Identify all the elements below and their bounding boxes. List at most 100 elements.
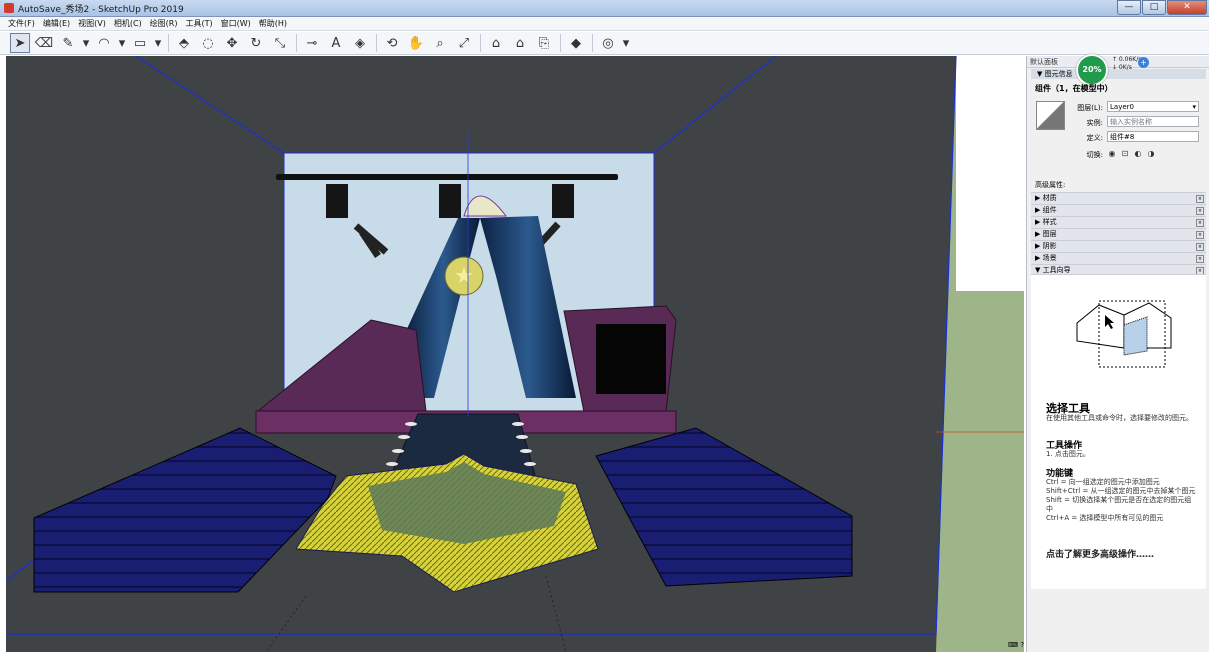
pan-tool-icon[interactable]: ✋ (406, 33, 426, 53)
pencil-dropdown-icon[interactable]: ▾ (82, 33, 90, 53)
materials-section[interactable]: ▶ 材质 × (1031, 192, 1206, 204)
instructor-panel: 选择工具 在使用其他工具或命令时，选择要修改的图元。 工具操作 1. 点击图元。… (1031, 274, 1206, 589)
lock-toggle-icon[interactable]: ⊡ (1120, 149, 1130, 159)
section-label: ▶ 阴影 (1035, 242, 1057, 250)
toggle-label: 切换: (1086, 151, 1103, 159)
net-plus-icon[interactable]: + (1138, 57, 1149, 68)
warehouse-tool-icon[interactable]: ⌂ (486, 33, 506, 53)
close-icon[interactable]: × (1196, 207, 1204, 215)
toolbar-separator (376, 34, 377, 52)
layers-section[interactable]: ▶ 图层 × (1031, 228, 1206, 240)
toolbar-separator (592, 34, 593, 52)
rotate-tool-icon[interactable]: ↻ (246, 33, 266, 53)
definition-input[interactable]: 组件#8 (1107, 131, 1199, 142)
layer-value: Layer0 (1110, 103, 1134, 111)
layout-send-tool-icon[interactable]: ⎘ (534, 33, 554, 53)
menu-view[interactable]: 视图(V) (78, 18, 106, 29)
text-tool-icon[interactable]: A (326, 33, 346, 53)
arc-dropdown-icon[interactable]: ▾ (118, 33, 126, 53)
instance-input[interactable]: 输入实例名称 (1107, 116, 1199, 127)
advanced-operations-link[interactable]: 点击了解更多高级操作…… (1046, 547, 1154, 560)
keyboard-icon[interactable]: ⌨ (1008, 641, 1018, 649)
instructor-description: 在使用其他工具或命令时，选择要修改的图元。 (1046, 414, 1193, 422)
toolbar-separator (560, 34, 561, 52)
section-label: ▶ 组件 (1035, 206, 1057, 214)
sketchup-app-icon (4, 3, 14, 13)
maximize-button[interactable]: □ (1142, 0, 1166, 15)
tray-sections: ▶ 材质 × ▶ 组件 × ▶ 样式 × ▶ 图层 × ▶ 阴影 × ▶ 场景 × ▼ 工具… (1031, 192, 1206, 276)
close-button[interactable]: ✕ (1167, 0, 1207, 15)
select-tool-icon[interactable]: ➤ (10, 33, 30, 53)
component-thumbnail (1036, 101, 1065, 130)
stage-screen (596, 324, 666, 394)
scale-tool-icon[interactable]: ⤡ (270, 33, 290, 53)
extension-warehouse-tool-icon[interactable]: ⌂ (510, 33, 530, 53)
scenes-section[interactable]: ▶ 场景 × (1031, 252, 1206, 264)
eraser-tool-icon[interactable]: ⌫ (34, 33, 54, 53)
menu-draw[interactable]: 绘图(R) (150, 18, 178, 29)
paint-bucket-tool-icon[interactable]: ◈ (350, 33, 370, 53)
spotlight (326, 184, 348, 218)
menu-file[interactable]: 文件(F) (8, 18, 35, 29)
offset-tool-icon[interactable]: ◌ (198, 33, 218, 53)
section-label: ▶ 样式 (1035, 218, 1057, 226)
move-tool-icon[interactable]: ✥ (222, 33, 242, 53)
chevron-down-icon: ▾ (1192, 103, 1196, 111)
zoom-tool-icon[interactable]: ⌕ (430, 33, 450, 53)
menu-window[interactable]: 窗口(W) (221, 18, 251, 29)
components-section[interactable]: ▶ 组件 × (1031, 204, 1206, 216)
menu-help[interactable]: 帮助(H) (259, 18, 287, 29)
styles-section[interactable]: ▶ 样式 × (1031, 216, 1206, 228)
close-icon[interactable]: × (1196, 243, 1204, 251)
close-icon[interactable]: × (1196, 195, 1204, 203)
component-title: 组件（1，在模型中） (1035, 84, 1113, 93)
layer-label: 图层(L): (1077, 104, 1103, 112)
account-dropdown-icon[interactable]: ▾ (622, 33, 630, 53)
model-viewport[interactable]: ★ (6, 56, 1024, 652)
close-icon[interactable]: × (1196, 219, 1204, 227)
section-label: ▶ 图层 (1035, 230, 1057, 238)
receive-shadow-toggle-icon[interactable]: ◑ (1146, 149, 1156, 159)
orbit-tool-icon[interactable]: ⟲ (382, 33, 402, 53)
status-tray-icons: ⌨ ? (1008, 641, 1058, 652)
rectangle-dropdown-icon[interactable]: ▾ (154, 33, 162, 53)
cast-shadow-toggle-icon[interactable]: ◐ (1133, 149, 1143, 159)
cpu-meter: 20% (1076, 54, 1108, 86)
shadows-section[interactable]: ▶ 阴影 × (1031, 240, 1206, 252)
scene-render: ★ (6, 56, 1024, 652)
window-title: AutoSave_秀场2 - SketchUp Pro 2019 (18, 5, 184, 15)
section-label: ▶ 场景 (1035, 254, 1057, 262)
advanced-attributes-label[interactable]: 高级属性: (1035, 180, 1065, 190)
spotlight (552, 184, 574, 218)
zoom-extents-tool-icon[interactable]: ⤢ (454, 33, 474, 53)
net-down: ↓ 0K/s (1112, 64, 1132, 71)
ruby-tool-icon[interactable]: ◆ (566, 33, 586, 53)
section-label: ▶ 材质 (1035, 194, 1057, 202)
close-icon[interactable]: × (1196, 255, 1204, 263)
layer-select[interactable]: Layer0 ▾ (1107, 101, 1199, 112)
definition-label: 定义: (1086, 134, 1103, 142)
push-pull-tool-icon[interactable]: ⬘ (174, 33, 194, 53)
menu-camera[interactable]: 相机(C) (114, 18, 142, 29)
spotlight (439, 184, 461, 218)
rectangle-tool-icon[interactable]: ▭ (130, 33, 150, 53)
lighting-truss (276, 174, 618, 180)
section-label: ▼ 工具向导 (1035, 266, 1071, 274)
menu-tools[interactable]: 工具(T) (186, 18, 213, 29)
operations-text: 1. 点击图元。 (1046, 450, 1090, 458)
network-speed: ↑ 0.06K/s ↓ 0K/s (1112, 56, 1141, 72)
arc-tool-icon[interactable]: ◠ (94, 33, 114, 53)
close-icon[interactable]: × (1196, 231, 1204, 239)
sky-area (956, 56, 1024, 291)
menu-edit[interactable]: 编辑(E) (43, 18, 70, 29)
minimize-button[interactable]: — (1117, 0, 1141, 15)
tape-measure-tool-icon[interactable]: ⊸ (302, 33, 322, 53)
visibility-toggle-icon[interactable]: ◉ (1107, 149, 1117, 159)
toolbar-separator (480, 34, 481, 52)
account-tool-icon[interactable]: ◎ (598, 33, 618, 53)
modifier-keys-text: Ctrl = 向一组选定的图元中添加图元 Shift+Ctrl = 从一组选定的… (1046, 478, 1196, 522)
toolbar-separator (168, 34, 169, 52)
pencil-tool-icon[interactable]: ✎ (58, 33, 78, 53)
net-up: ↑ 0.06K/s (1112, 56, 1142, 63)
help-icon[interactable]: ? (1020, 641, 1024, 649)
